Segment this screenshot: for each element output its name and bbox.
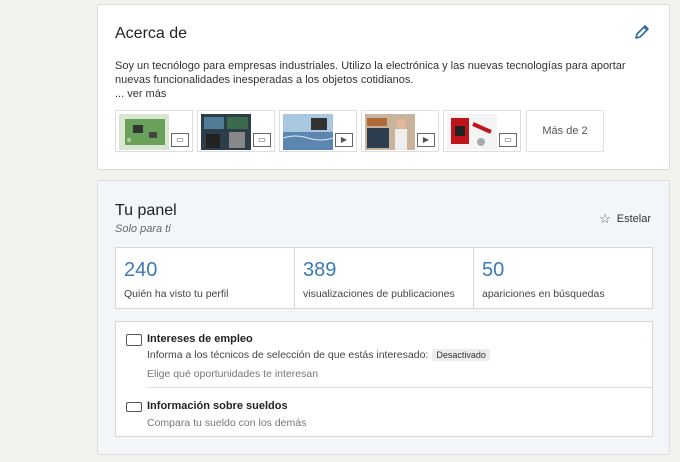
stat-search-appearances[interactable]: 50 apariciones en búsquedas bbox=[474, 248, 652, 308]
stat-value: 240 bbox=[124, 259, 158, 281]
presenter-image bbox=[365, 114, 415, 150]
media-thumbnail[interactable]: ▶ bbox=[361, 110, 439, 152]
video-icon: ▶ bbox=[417, 133, 435, 147]
document-icon: ▭ bbox=[253, 133, 271, 147]
star-icon: ☆ bbox=[599, 211, 611, 226]
about-card: Acerca de Soy un tecnólogo para empresas… bbox=[97, 4, 670, 170]
status-badge: Desactivado bbox=[432, 349, 490, 361]
salary-sub: Compara tu sueldo con los demás bbox=[147, 417, 307, 429]
stat-value: 50 bbox=[482, 259, 505, 281]
stat-label: apariciones en búsquedas bbox=[482, 288, 605, 300]
money-icon bbox=[126, 402, 142, 412]
job-interests-title: Intereses de empleo bbox=[147, 333, 253, 345]
water-image bbox=[283, 114, 333, 150]
star-label: Estelar bbox=[616, 213, 651, 225]
about-title: Acerca de bbox=[115, 25, 188, 42]
device-image bbox=[447, 114, 497, 150]
salary-title: Información sobre sueldos bbox=[147, 400, 288, 412]
stat-profile-views[interactable]: 240 Quién ha visto tu perfil bbox=[116, 248, 295, 308]
dashboard-card: Tu panel Solo para ti ☆ Estelar 240 Quié… bbox=[97, 180, 670, 455]
stat-label: visualizaciones de publicaciones bbox=[303, 288, 455, 300]
stat-post-views[interactable]: 389 visualizaciones de publicaciones bbox=[295, 248, 474, 308]
edit-pencil-icon[interactable] bbox=[633, 23, 651, 41]
media-thumbnail[interactable]: ▭ bbox=[115, 110, 193, 152]
stat-value: 389 bbox=[303, 259, 337, 281]
document-icon: ▭ bbox=[171, 133, 189, 147]
panel-subtitle: Solo para ti bbox=[115, 223, 171, 235]
about-text: Soy un tecnólogo para empresas industria… bbox=[115, 60, 626, 86]
see-more-link[interactable]: ... ver más bbox=[115, 88, 166, 100]
media-thumbnail[interactable]: ▭ bbox=[443, 110, 521, 152]
divider bbox=[147, 387, 652, 388]
all-star-button[interactable]: ☆ Estelar bbox=[599, 211, 651, 227]
briefcase-icon bbox=[126, 334, 142, 346]
job-interests-sub: Elige qué oportunidades te interesan bbox=[147, 368, 319, 380]
document-icon: ▭ bbox=[499, 133, 517, 147]
media-thumbnail[interactable]: ▭ bbox=[197, 110, 275, 152]
stat-label: Quién ha visto tu perfil bbox=[124, 288, 229, 300]
video-icon: ▶ bbox=[335, 133, 353, 147]
panel-title: Tu panel bbox=[115, 202, 177, 219]
lab-image bbox=[201, 114, 251, 150]
media-thumbnail[interactable]: ▶ bbox=[279, 110, 357, 152]
pcb-image bbox=[119, 114, 169, 150]
stats-row: 240 Quién ha visto tu perfil 389 visuali… bbox=[115, 247, 653, 309]
career-preferences: Intereses de empleo Informa a los técnic… bbox=[115, 321, 653, 437]
more-media-button[interactable]: Más de 2 bbox=[526, 110, 604, 152]
job-interests-text: Informa a los técnicos de selección de q… bbox=[147, 349, 490, 361]
job-interests-line: Informa a los técnicos de selección de q… bbox=[147, 349, 429, 361]
